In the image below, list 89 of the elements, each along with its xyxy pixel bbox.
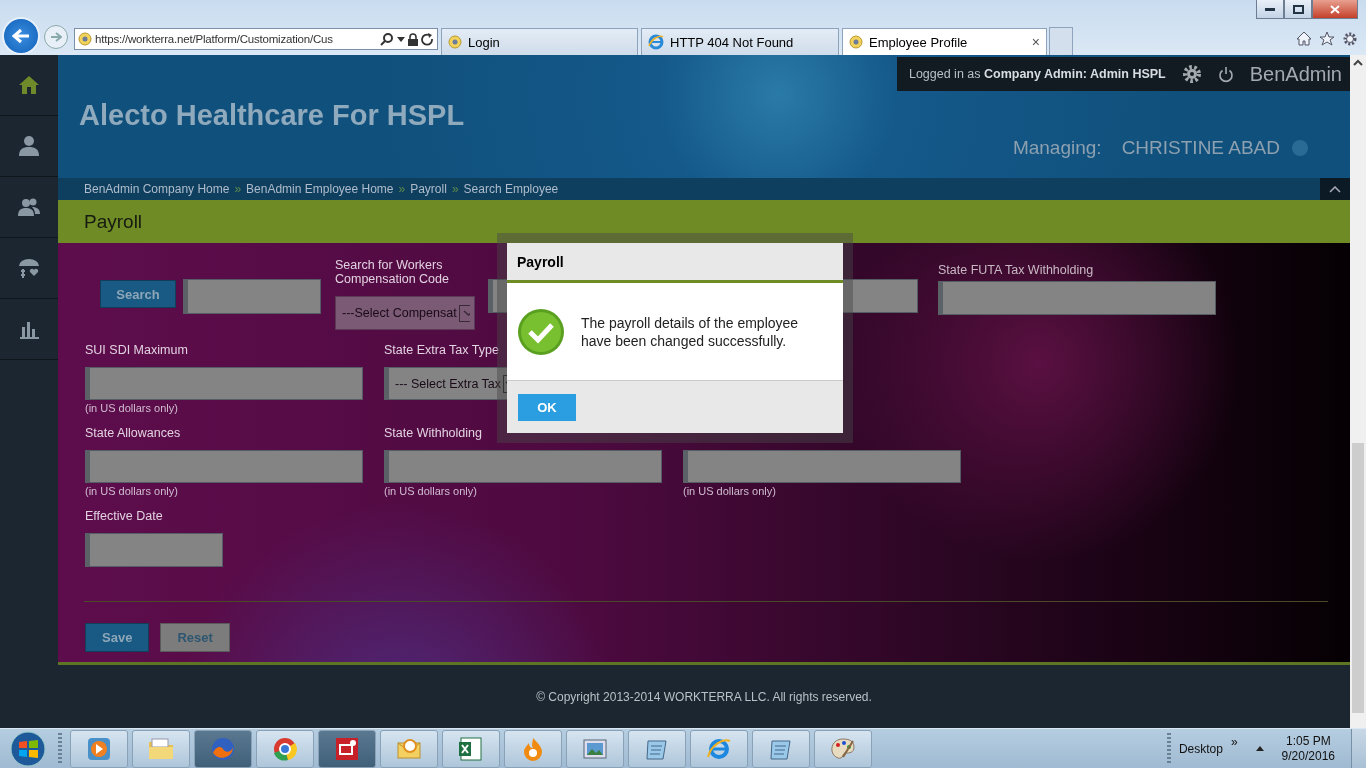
back-arrow-icon bbox=[12, 28, 30, 44]
breadcrumb-separator: » bbox=[234, 182, 242, 196]
close-tab-button[interactable]: × bbox=[1031, 34, 1040, 50]
login-info: Logged in as Company Admin: Admin HSPL bbox=[908, 67, 1166, 81]
taskbar-button[interactable] bbox=[814, 729, 872, 768]
search-field[interactable] bbox=[183, 279, 321, 314]
text-field[interactable] bbox=[384, 450, 662, 483]
spreadsheet-icon bbox=[457, 734, 485, 763]
toolbar-chevron[interactable]: » bbox=[1230, 734, 1238, 749]
browser-tab[interactable]: Employee Profile × bbox=[842, 28, 1047, 55]
collapse-button[interactable] bbox=[1320, 178, 1350, 200]
settings-icon[interactable] bbox=[1181, 64, 1202, 84]
lock-icon bbox=[408, 32, 418, 46]
chevron-up-icon bbox=[1329, 185, 1341, 193]
taskbar-button[interactable] bbox=[194, 729, 252, 768]
text-field[interactable] bbox=[85, 450, 363, 483]
breadcrumb-link[interactable]: BenAdmin Employee Home bbox=[246, 182, 394, 196]
clock-date: 9/20/2016 bbox=[1281, 748, 1335, 764]
forward-button[interactable] bbox=[44, 25, 68, 49]
field-label: Effective Date bbox=[85, 509, 164, 525]
browser-tab[interactable]: HTTP 404 Not Found bbox=[641, 28, 839, 55]
taskbar-button[interactable] bbox=[70, 729, 128, 768]
field-hint: (in US dollars only) bbox=[384, 485, 478, 497]
product-name: BenAdmin bbox=[1249, 62, 1342, 86]
field-hint: (in US dollars only) bbox=[85, 402, 179, 414]
field-hint: (in US dollars only) bbox=[85, 485, 179, 497]
clock[interactable]: 1:05 PM 9/20/2016 bbox=[1281, 733, 1335, 764]
text-field[interactable] bbox=[85, 367, 363, 400]
star-icon[interactable] bbox=[1319, 31, 1335, 46]
new-tab-button[interactable] bbox=[1049, 27, 1073, 55]
close-button[interactable] bbox=[1312, 0, 1358, 19]
dropdown-arrow-icon bbox=[458, 304, 470, 322]
company-title: Alecto Healthcare For HSPL bbox=[79, 99, 465, 133]
e-browser-icon bbox=[648, 34, 664, 50]
date-field[interactable] bbox=[85, 533, 223, 567]
minimize-button[interactable] bbox=[1256, 0, 1284, 19]
back-button[interactable] bbox=[2, 17, 40, 55]
taskbar-button[interactable] bbox=[690, 729, 748, 768]
page-title: Payroll bbox=[84, 210, 143, 233]
search-icon bbox=[380, 32, 394, 46]
breadcrumb-link[interactable]: BenAdmin Company Home bbox=[84, 182, 230, 196]
caret-icon bbox=[397, 36, 405, 42]
dialog-title: Payroll bbox=[517, 253, 564, 270]
dialog-message: The payroll details of the employee have been changed successfully. bbox=[581, 313, 800, 350]
breadcrumb-link[interactable]: Payroll bbox=[410, 182, 447, 196]
field-label: SUI SDI Maximum bbox=[85, 343, 189, 359]
maximize-icon bbox=[1292, 4, 1304, 14]
managed-employee-name: CHRISTINE ABAD bbox=[1121, 137, 1280, 159]
field-label: State FUTA Tax Withholding bbox=[938, 263, 1095, 279]
power-icon[interactable] bbox=[1217, 65, 1234, 83]
home-icon[interactable] bbox=[1296, 31, 1312, 46]
settings-icon[interactable] bbox=[1342, 31, 1358, 47]
field-label: State Allowances bbox=[85, 426, 182, 442]
site-favicon-icon bbox=[78, 32, 92, 46]
home-icon[interactable] bbox=[17, 73, 41, 97]
site-favicon-icon bbox=[448, 35, 462, 49]
address-field[interactable]: https://workterra.net/Platform/Customization/Cus bbox=[74, 28, 438, 50]
breadcrumb-separator: » bbox=[398, 182, 406, 196]
copyright-text: © Copyright 2013-2014 WORKTERRA LLC. All rights reserved. bbox=[536, 689, 872, 704]
desktop-toolbar-label[interactable]: Desktop bbox=[1178, 741, 1223, 756]
maximize-button[interactable] bbox=[1284, 0, 1312, 19]
field-label: Search for Workers Compensation Code bbox=[335, 258, 450, 286]
browser-tab[interactable]: Login bbox=[441, 28, 638, 55]
refresh-icon bbox=[421, 32, 434, 46]
minimize-icon bbox=[1265, 7, 1275, 11]
managing-label: Managing: bbox=[1012, 137, 1102, 159]
text-field[interactable] bbox=[938, 281, 1216, 315]
scrollbar-thumb[interactable] bbox=[1352, 443, 1364, 713]
show-hidden-icons-icon[interactable] bbox=[1255, 746, 1264, 751]
breadcrumb-separator: » bbox=[451, 182, 459, 196]
breadcrumb-link[interactable]: Search Employee bbox=[463, 182, 559, 196]
person-icon[interactable] bbox=[17, 134, 41, 158]
success-check-icon bbox=[517, 307, 565, 356]
site-favicon-icon bbox=[849, 35, 863, 49]
taskbar-button[interactable] bbox=[256, 729, 314, 768]
close-icon bbox=[1330, 4, 1340, 14]
field-label: State Extra Tax Type bbox=[384, 343, 500, 359]
start-button[interactable] bbox=[8, 729, 48, 768]
field-label: State Withholding bbox=[384, 426, 483, 442]
taskbar-button[interactable] bbox=[566, 729, 624, 768]
forward-arrow-icon bbox=[50, 32, 62, 42]
field-hint: (in US dollars only) bbox=[683, 485, 777, 497]
compensation-select[interactable]: ---Select Compensat bbox=[335, 296, 475, 330]
taskbar-button[interactable] bbox=[442, 729, 500, 768]
text-field[interactable] bbox=[683, 450, 961, 483]
umbrella-dollar-icon[interactable] bbox=[17, 256, 41, 280]
show-desktop-button[interactable] bbox=[1351, 728, 1366, 768]
taskbar-button[interactable] bbox=[318, 729, 376, 768]
clock-time: 1:05 PM bbox=[1285, 733, 1331, 749]
